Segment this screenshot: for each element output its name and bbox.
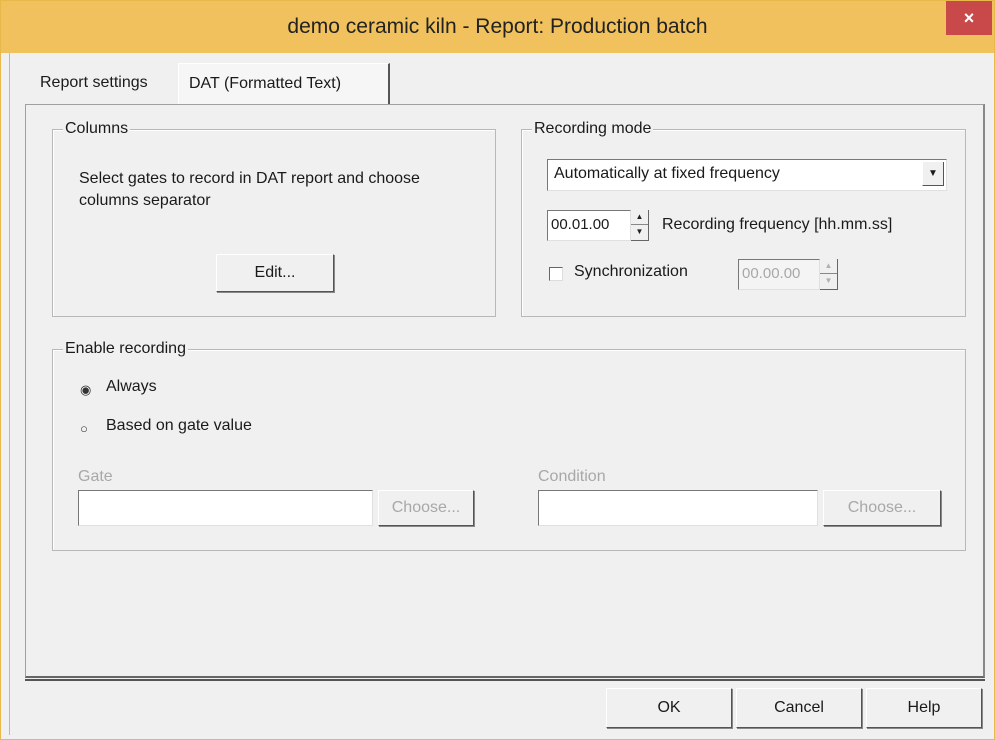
gate-choose-button: Choose...: [378, 490, 474, 526]
based-on-gate-label: Based on gate value: [106, 417, 252, 434]
recording-mode-legend: Recording mode: [532, 119, 654, 139]
columns-description: Select gates to record in DAT report and…: [79, 170, 420, 209]
help-button[interactable]: Help: [866, 688, 982, 728]
tab-report-settings[interactable]: Report settings: [30, 63, 170, 103]
based-on-gate-radio[interactable]: ○: [80, 422, 93, 435]
spin-down-icon[interactable]: ▼: [631, 225, 648, 240]
synchronization-input: 00.00.00: [738, 259, 820, 290]
columns-group: Columns Select gates to record in DAT re…: [52, 119, 496, 317]
recording-frequency-label: Recording frequency [hh.mm.ss]: [662, 216, 893, 233]
always-label: Always: [106, 378, 157, 395]
recording-mode-value: Automatically at fixed frequency: [554, 165, 780, 182]
always-radio[interactable]: ◉: [80, 383, 93, 396]
recording-frequency-value: 00.01.00: [551, 216, 610, 233]
synchronization-value: 00.00.00: [742, 265, 801, 282]
window-title: demo ceramic kiln - Report: Production b…: [287, 15, 708, 38]
edit-button[interactable]: Edit...: [216, 254, 334, 292]
tab-dat-formatted-text[interactable]: DAT (Formatted Text): [178, 63, 390, 105]
enable-recording-legend: Enable recording: [63, 339, 188, 359]
condition-input: [538, 490, 818, 526]
report-dialog: demo ceramic kiln - Report: Production b…: [0, 0, 995, 740]
tab-panel-dat: Columns Select gates to record in DAT re…: [25, 104, 985, 678]
recording-mode-group: Recording mode Automatically at fixed fr…: [521, 119, 966, 317]
close-button[interactable]: ×: [946, 1, 992, 35]
condition-choose-button: Choose...: [823, 490, 941, 526]
columns-legend: Columns: [63, 119, 131, 139]
synchronization-checkbox[interactable]: [549, 267, 563, 281]
ok-button[interactable]: OK: [606, 688, 732, 728]
gate-label: Gate: [78, 468, 113, 485]
spin-up-icon: ▲: [820, 259, 837, 274]
condition-label: Condition: [538, 468, 606, 485]
recording-frequency-input[interactable]: 00.01.00: [547, 210, 631, 241]
recording-frequency-spinner[interactable]: ▲ ▼: [631, 210, 649, 241]
dialog-body: Report settings DAT (Formatted Text) Col…: [9, 53, 986, 735]
cancel-button[interactable]: Cancel: [736, 688, 862, 728]
footer-divider: [25, 679, 985, 681]
gate-input: [78, 490, 373, 526]
synchronization-spinner: ▲ ▼: [820, 259, 838, 290]
title-bar: demo ceramic kiln - Report: Production b…: [1, 1, 994, 53]
chevron-down-icon[interactable]: ▼: [922, 162, 944, 186]
spin-down-icon: ▼: [824, 276, 833, 285]
recording-mode-select[interactable]: Automatically at fixed frequency ▼: [547, 159, 947, 191]
spin-up-icon[interactable]: ▲: [631, 210, 648, 225]
synchronization-label: Synchronization: [574, 263, 688, 280]
enable-recording-group: Enable recording ◉ Always ○ Based on gat…: [52, 339, 966, 551]
